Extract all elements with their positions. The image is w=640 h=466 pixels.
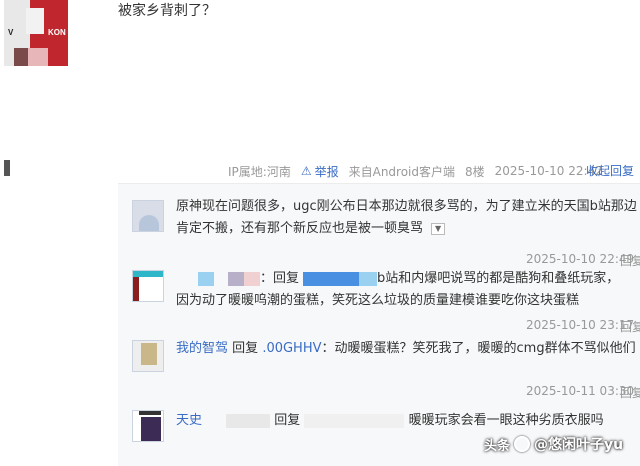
user-avatar[interactable] [132,200,164,232]
reply-list: 原神现在问题很多，ugc刚公布日本那边就很多骂的，为了建立米的天国b站那边肯定不… [118,183,640,466]
left-marker [4,160,10,176]
watermark: 头条 @悠闲叶子yu [484,434,623,454]
default-avatar-icon [139,215,159,231]
ip-location: IP属地:河南 [228,164,291,179]
report-button[interactable]: ⚠ 举报 [301,163,339,180]
expand-toggle-icon[interactable]: ▼ [431,222,446,235]
redacted-name [226,413,271,428]
reply-prefix: ：回复 [260,271,300,286]
reply-body: 因为动了暖暖呜潮的蛋糕，笑死这么垃圾的质量建模谁要吃你这块蛋糕 [176,293,580,308]
redacted-name [304,413,405,428]
reply-body: b站和内爆吧说骂的都是酷狗和叠纸玩家， [377,271,620,286]
watermark-platform: 头条 [484,438,511,454]
avatar-mosaic [139,411,161,415]
collapse-replies-link[interactable]: 收起回复 [586,162,634,179]
reply-username[interactable]: 天史 [176,413,202,428]
reply-button[interactable]: 回复 [620,384,640,401]
reply-time: 2025-10-10 22:49 [526,252,635,266]
reply-target-name[interactable]: .00GHHV [262,341,321,356]
reply-time: 2025-10-11 03:30 [526,384,635,398]
avatar-mosaic [133,277,139,301]
client-source: 来自Android客户端 [348,164,456,179]
post-meta: IP属地:河南 ⚠ 举报 来自Android客户端 8楼 2025-10-10 … [228,162,603,180]
poster-avatar[interactable]: V KON [4,0,68,66]
watermark-author: @悠闲叶子yu [534,437,624,453]
avatar-mosaic [26,8,44,34]
post-content: 被家乡背刺了？ [118,3,216,19]
reply-text: 我的智驾 回复 .00GHHV：动暖暖蛋糕？笑死我了，暖暖的cmg群体不骂似他们 [176,338,638,360]
user-avatar[interactable] [132,410,164,442]
warning-icon: ⚠ [300,164,312,178]
user-avatar[interactable] [132,340,164,372]
avatar-mosaic [14,48,28,66]
redacted-name [359,271,378,286]
watermark-ring-icon [514,436,531,452]
redacted-name [303,271,360,286]
reply-text: ：回复 b站和内爆吧说骂的都是酷狗和叠纸玩家， 因为动了暖暖呜潮的蛋糕，笑死这么垃… [176,268,638,312]
user-avatar[interactable] [132,270,164,302]
reply-body: 暖暖玩家会看一眼这种劣质衣服吗 [408,413,604,428]
redacted-name [228,271,244,286]
avatar-brand: KON [48,28,66,37]
avatar-mosaic [141,343,157,365]
report-label: 举报 [314,164,339,179]
redacted-name [198,271,214,286]
redacted-name [244,271,260,286]
reply-prefix: 回复 [232,341,259,356]
reply-prefix: 回复 [274,413,301,428]
left-column: V KON [0,0,100,466]
avatar-mosaic [141,417,161,441]
reply-time: 2025-10-10 23:17 [526,318,635,332]
avatar-mosaic [28,48,48,66]
reply-button[interactable]: 回复 [620,318,640,335]
reply-body: ：动暖暖蛋糕？笑死我了，暖暖的cmg群体不骂似他们 [321,341,636,356]
reply-button[interactable]: 回复 [620,252,640,269]
reply-text: 天史 回复 暖暖玩家会看一眼这种劣质衣服吗 [176,410,638,432]
reply-username[interactable]: 我的智驾 [176,341,228,356]
floor-number: 8楼 [465,164,485,179]
reply-body: 原神现在问题很多，ugc刚公布日本那边就很多骂的，为了建立米的天国b站那边肯定不… [176,199,637,236]
reply-text: 原神现在问题很多，ugc刚公布日本那边就很多骂的，为了建立米的天国b站那边肯定不… [176,196,638,240]
avatar-brand-left: V [8,28,14,37]
